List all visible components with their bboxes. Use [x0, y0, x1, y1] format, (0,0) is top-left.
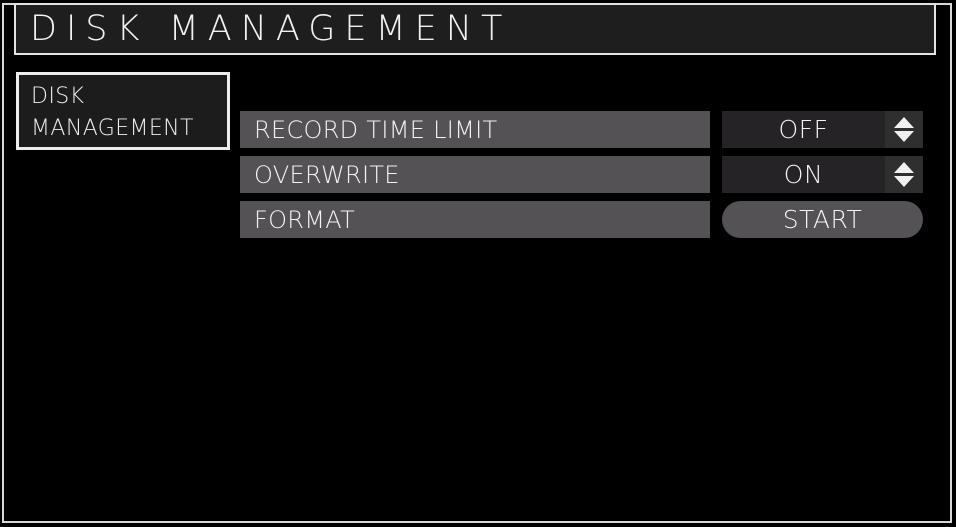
setting-value-record-time-limit[interactable]: OFF	[722, 111, 923, 148]
settings-row-overwrite: OVERWRITE ON	[240, 156, 923, 193]
sidebar-item-label-line1: DISK	[31, 84, 85, 109]
triangle-down-icon[interactable]	[894, 176, 914, 187]
row-spacer	[710, 156, 722, 193]
setting-label-text: RECORD TIME LIMIT	[254, 115, 498, 144]
setting-value-overwrite[interactable]: ON	[722, 156, 923, 193]
setting-value-text: ON	[783, 160, 824, 189]
row-spacer	[710, 111, 722, 148]
setting-label-format: FORMAT	[240, 201, 710, 238]
triangle-up-icon[interactable]	[894, 117, 914, 128]
triangle-up-icon[interactable]	[894, 162, 914, 173]
row-spacer	[710, 201, 722, 238]
page-title: DISK MANAGEMENT	[30, 8, 512, 49]
settings-row-record-time-limit: RECORD TIME LIMIT OFF	[240, 111, 923, 148]
format-start-button-label: START	[782, 205, 863, 234]
settings-list: RECORD TIME LIMIT OFF OVERWRITE ON FORMA…	[240, 111, 923, 246]
sidebar-item-label-line2: MANAGEMENT	[31, 116, 194, 141]
setting-label-overwrite: OVERWRITE	[240, 156, 710, 193]
setting-label-record-time-limit: RECORD TIME LIMIT	[240, 111, 710, 148]
disk-management-screen: DISK MANAGEMENT DISK MANAGEMENT RECORD T…	[0, 0, 956, 527]
format-start-button[interactable]: START	[722, 201, 923, 238]
triangle-down-icon[interactable]	[894, 131, 914, 142]
spinner-record-time-limit[interactable]	[885, 111, 923, 148]
setting-label-text: OVERWRITE	[254, 160, 400, 189]
title-bar: DISK MANAGEMENT	[14, 3, 936, 55]
setting-label-text: FORMAT	[254, 205, 356, 234]
settings-row-format: FORMAT START	[240, 201, 923, 238]
spinner-overwrite[interactable]	[885, 156, 923, 193]
setting-value-text: OFF	[778, 115, 829, 144]
sidebar-item-disk-management[interactable]: DISK MANAGEMENT	[16, 72, 230, 150]
